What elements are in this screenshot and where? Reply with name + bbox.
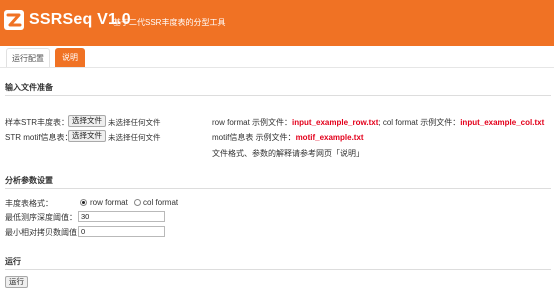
params-section-title: 分析参数设置 [5,176,53,185]
params-section-divider [5,188,551,189]
run-section-divider [5,269,551,270]
row-example-link[interactable]: input_example_row.txt [292,118,378,127]
input-section-title: 输入文件准备 [5,83,53,92]
col-example-link[interactable]: input_example_col.txt [460,118,544,127]
row-format-radio[interactable] [80,199,87,206]
format-label: 丰度表格式： [5,199,53,208]
tab-run-config[interactable]: 运行配置 [6,48,50,68]
min-depth-input[interactable]: 30 [78,211,165,222]
motif-example-link[interactable]: motif_example.txt [296,133,364,142]
col-format-prefix: ; col format 示例文件： [378,118,461,127]
app-subtitle: 基于二代SSR丰度表的分型工具 [113,18,226,27]
col-format-option-label[interactable]: col format [143,198,178,207]
str-table-label: 样本STR丰度表： [5,118,69,127]
app-header: SSRSeq V1.0 基于二代SSR丰度表的分型工具 [0,0,554,46]
motif-table-file-status: 未选择任何文件 [108,133,161,142]
motif-example-line: motif信息表 示例文件：motif_example.txt [212,132,364,143]
col-format-radio[interactable] [134,199,141,206]
app-logo-icon [4,10,24,30]
str-table-file-status: 未选择任何文件 [108,118,161,127]
example-files-line: row format 示例文件：input_example_row.txt; c… [212,117,544,128]
row-format-option-label[interactable]: row format [90,198,128,207]
run-button[interactable]: 运行 [5,276,28,288]
min-copy-label: 最小相对拷贝数阈值： [5,228,85,237]
input-section-divider [5,95,551,96]
motif-example-prefix: motif信息表 示例文件： [212,133,296,142]
help-note: 文件格式、参数的解释请参考网页「说明」 [212,149,364,158]
min-depth-label: 最低测序深度阈值： [5,213,77,222]
min-copy-input[interactable]: 0 [78,226,165,237]
tab-divider [0,67,554,68]
motif-table-file-button[interactable]: 选择文件 [68,130,106,142]
motif-table-label: STR motif信息表： [5,133,73,142]
str-table-file-button[interactable]: 选择文件 [68,115,106,127]
row-format-prefix: row format 示例文件： [212,118,293,127]
run-section-title: 运行 [5,257,21,266]
tab-help[interactable]: 说明 [55,48,85,68]
